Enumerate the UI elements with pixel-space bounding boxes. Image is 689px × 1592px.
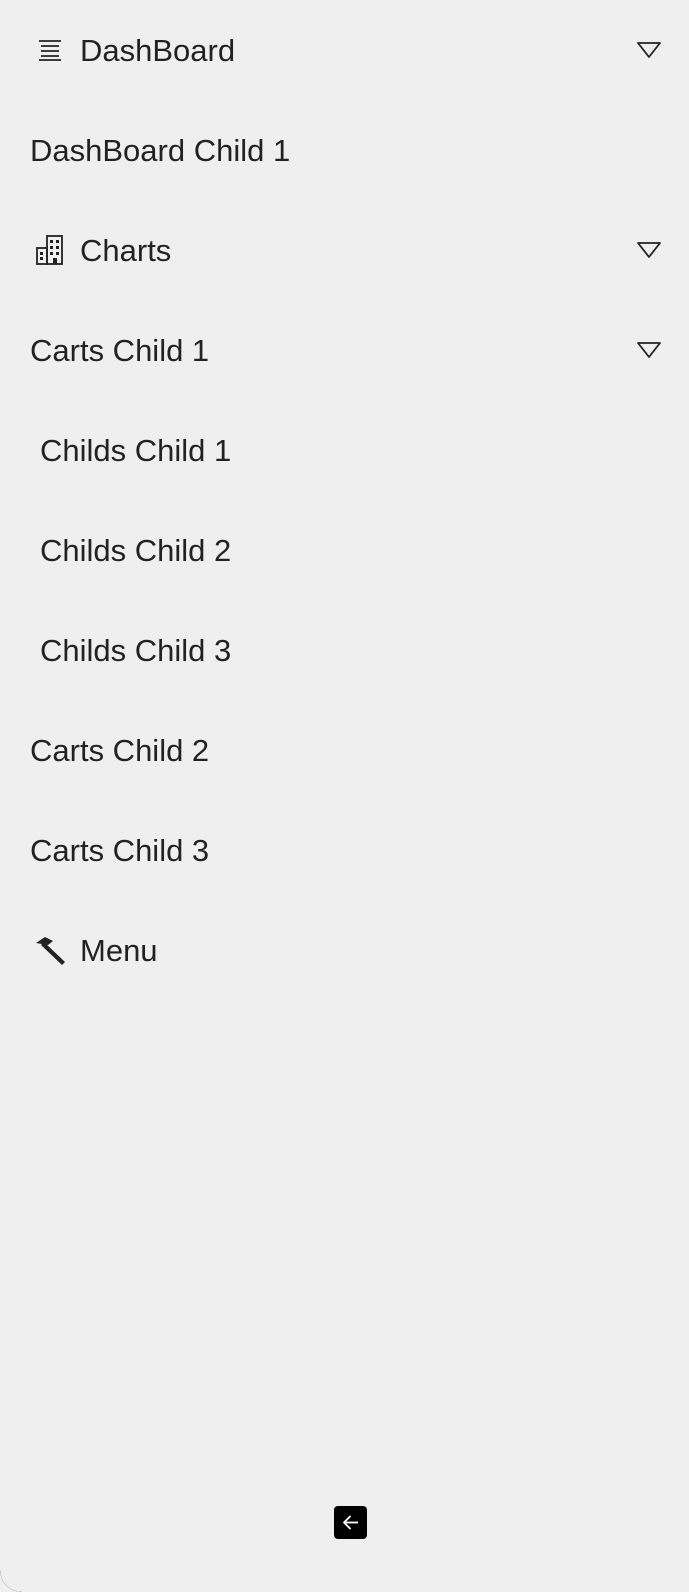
sidebar-item-label: DashBoard — [80, 32, 236, 68]
collapse-sidebar-button[interactable] — [334, 1506, 367, 1539]
sidebar-item-carts-child-1[interactable]: Carts Child 1 — [0, 320, 689, 380]
sidebar: DashBoard DashBoard Child 1 Charts Carts… — [0, 0, 689, 1592]
sidebar-item-charts[interactable]: Charts — [0, 220, 689, 280]
sidebar-item-label: DashBoard Child 1 — [30, 132, 291, 168]
sidebar-item-label: Menu — [80, 932, 158, 968]
sidebar-item-label: Carts Child 1 — [30, 332, 210, 368]
sidebar-item-childs-child-1[interactable]: Childs Child 1 — [0, 420, 689, 480]
sidebar-item-childs-child-2[interactable]: Childs Child 2 — [0, 520, 689, 580]
sidebar-item-childs-child-3[interactable]: Childs Child 3 — [0, 620, 689, 680]
caret-down-icon[interactable] — [635, 340, 663, 360]
sidebar-panel: DashBoard DashBoard Child 1 Charts Carts… — [0, 0, 689, 1592]
list-lines-icon — [33, 33, 67, 67]
sidebar-item-carts-child-2[interactable]: Carts Child 2 — [0, 720, 689, 780]
sidebar-item-label: Childs Child 2 — [40, 532, 232, 568]
sidebar-item-label: Carts Child 2 — [30, 732, 210, 768]
caret-down-icon[interactable] — [635, 40, 663, 60]
building-icon — [33, 233, 67, 267]
sidebar-item-label: Childs Child 1 — [40, 432, 232, 468]
sidebar-item-dashboard[interactable]: DashBoard — [0, 20, 689, 80]
caret-down-icon[interactable] — [635, 240, 663, 260]
sidebar-item-label: Charts — [80, 232, 172, 268]
arrow-left-icon — [342, 1515, 359, 1530]
sidebar-item-carts-child-3[interactable]: Carts Child 3 — [0, 820, 689, 880]
sidebar-item-menu[interactable]: Menu — [0, 920, 689, 980]
sidebar-item-dashboard-child-1[interactable]: DashBoard Child 1 — [0, 120, 689, 180]
sidebar-item-label: Childs Child 3 — [40, 632, 232, 668]
hammer-icon — [33, 933, 67, 967]
sidebar-item-label: Carts Child 3 — [30, 832, 210, 868]
